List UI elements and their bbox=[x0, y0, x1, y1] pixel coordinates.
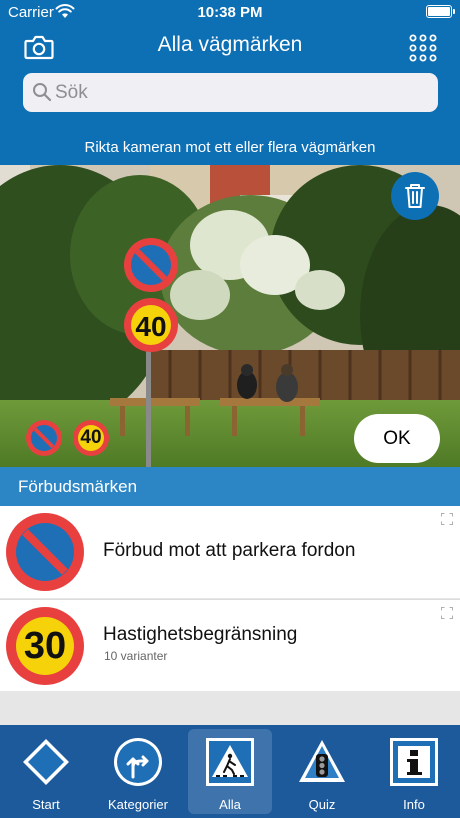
grid-icon[interactable] bbox=[409, 34, 437, 62]
tab-label: Alla bbox=[219, 797, 241, 812]
expand-icon[interactable] bbox=[441, 513, 453, 525]
diamond-icon bbox=[23, 739, 69, 785]
speed-limit-40-sign-icon[interactable]: 40 bbox=[72, 419, 110, 457]
page-title: Alla vägmärken bbox=[157, 33, 303, 56]
tab-label: Info bbox=[403, 797, 425, 812]
tab-label: Kategorier bbox=[108, 797, 168, 812]
svg-text:40: 40 bbox=[135, 311, 166, 342]
list-item-title: Hastighetsbegränsning bbox=[103, 624, 298, 645]
search-icon bbox=[33, 83, 52, 102]
speed-sign-text: 30 bbox=[23, 625, 67, 667]
tab-label: Start bbox=[32, 797, 60, 812]
tab-bar: Start Kategorier Alla Quiz Info bbox=[0, 725, 460, 818]
delete-button[interactable] bbox=[391, 172, 439, 220]
status-bar: Carrier 10:38 PM bbox=[0, 0, 460, 24]
info-icon bbox=[390, 738, 438, 786]
clock: 10:38 PM bbox=[197, 4, 263, 21]
no-parking-sign-icon bbox=[6, 513, 84, 591]
speed-sign-text: 40 bbox=[80, 427, 102, 448]
direction-arrow-icon bbox=[114, 738, 162, 786]
expand-icon[interactable] bbox=[441, 607, 453, 619]
trash-icon bbox=[405, 184, 425, 208]
list-item[interactable]: 30 Hastighetsbegränsning 10 varianter bbox=[0, 599, 460, 691]
speed-limit-30-sign-icon: 30 bbox=[5, 606, 85, 686]
tab-start[interactable]: Start bbox=[4, 729, 88, 814]
battery-icon bbox=[426, 5, 455, 18]
camera-hint: Rikta kameran mot ett eller flera vägmär… bbox=[84, 139, 376, 156]
list-item-subtitle: 10 varianter bbox=[104, 649, 168, 663]
traffic-light-icon bbox=[299, 740, 345, 782]
header: Carrier 10:38 PM Alla vägmärken Rikta ka… bbox=[0, 0, 460, 165]
tab-kategorier[interactable]: Kategorier bbox=[96, 729, 180, 814]
list-item-title: Förbud mot att parkera fordon bbox=[103, 540, 356, 561]
search-bar[interactable] bbox=[23, 73, 438, 112]
tab-info[interactable]: Info bbox=[372, 729, 456, 814]
tab-alla[interactable]: Alla bbox=[188, 729, 272, 814]
search-input[interactable] bbox=[55, 73, 425, 112]
no-parking-sign-icon[interactable] bbox=[25, 419, 63, 457]
pedestrian-crossing-icon bbox=[206, 738, 254, 786]
section-header: Förbudsmärken bbox=[0, 467, 460, 506]
tab-quiz[interactable]: Quiz bbox=[280, 729, 364, 814]
ok-button[interactable]: OK bbox=[354, 414, 440, 463]
tab-label: Quiz bbox=[308, 797, 336, 812]
list-item[interactable]: Förbud mot att parkera fordon bbox=[0, 506, 460, 598]
